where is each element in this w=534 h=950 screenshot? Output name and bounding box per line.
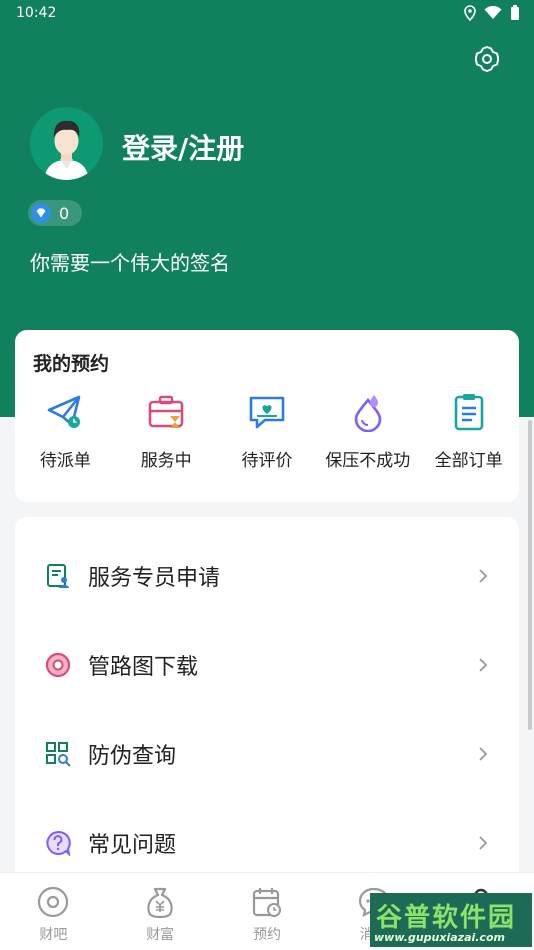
appt-pending-dispatch[interactable]: 待派单 [15,392,116,471]
user-avatar-icon [44,120,89,180]
appt-label: 全部订单 [434,451,503,471]
appt-pressure-failed[interactable]: 保压不成功 [317,392,418,471]
my-appointments-card: 我的预约 待派单 服务中 待评价 保压不成功 全部订单 [15,330,519,502]
menu-label: 防伪查询 [88,744,177,769]
water-drop-icon [354,395,382,432]
user-doc-icon [47,564,69,588]
coin-icon [38,886,69,918]
qr-search-icon [46,742,71,767]
tab-label: 财富 [146,927,175,943]
menu-faq[interactable]: 常见问题 [15,813,519,873]
clipboard-list-icon [454,394,483,431]
diamond-icon [31,203,51,223]
signature-text[interactable]: 你需要一个伟大的签名 [30,247,230,276]
menu-label: 服务专员申请 [88,566,221,591]
login-register-link[interactable]: 登录/注册 [122,127,244,167]
calendar-clock-icon [252,888,281,917]
settings-gear-icon[interactable] [472,44,502,74]
chat-heart-icon [249,396,285,429]
lifebuoy-icon [45,652,71,678]
money-bag-icon [147,887,173,919]
gem-balance[interactable]: 0 [28,200,82,226]
chevron-right-icon [479,569,488,583]
appt-label: 服务中 [140,451,192,471]
location-icon [464,5,476,21]
avatar[interactable] [30,107,103,180]
scrollbar[interactable] [528,420,532,730]
question-icon [46,830,71,856]
chevron-right-icon [479,836,488,850]
menu-pipe-diagram[interactable]: 管路图下载 [15,635,519,695]
gem-count: 0 [59,203,70,223]
tab-wealth[interactable]: 财富 [107,873,214,950]
function-menu: 服务专员申请 管路图下载 防伪查询 常见问题 [15,517,519,897]
menu-service-specialist[interactable]: 服务专员申请 [15,546,519,606]
briefcase-hourglass-icon [148,395,184,428]
menu-anti-counterfeit[interactable]: 防伪查询 [15,724,519,784]
watermark-logo: 谷普软件园 www.gupuxiazai.com [370,893,532,947]
menu-label: 管路图下载 [88,655,199,680]
paper-plane-clock-icon [48,395,81,428]
tab-label: 预约 [252,927,281,943]
watermark-url: www.gupuxiazai.com [374,931,505,944]
watermark-title: 谷普软件园 [376,903,517,933]
appt-label: 待派单 [39,451,91,471]
appt-label: 保压不成功 [325,451,411,471]
card-title: 我的预约 [33,353,110,375]
battery-icon [511,5,519,20]
status-bar: 10:42 [0,0,534,28]
appt-in-service[interactable]: 服务中 [116,392,217,471]
wifi-icon [484,6,502,19]
appointment-status-row: 待派单 服务中 待评价 保压不成功 全部订单 [15,392,519,471]
menu-label: 常见问题 [88,833,177,858]
tab-caiba[interactable]: 财吧 [0,873,107,950]
tab-appointment[interactable]: 预约 [214,873,321,950]
tab-label: 财吧 [39,927,68,943]
chevron-right-icon [479,658,488,672]
appt-label: 待评价 [241,451,293,471]
appt-pending-review[interactable]: 待评价 [217,392,318,471]
chevron-right-icon [479,747,488,761]
status-icons [464,5,520,21]
appt-all-orders[interactable]: 全部订单 [418,392,519,471]
status-time: 10:42 [16,5,57,21]
